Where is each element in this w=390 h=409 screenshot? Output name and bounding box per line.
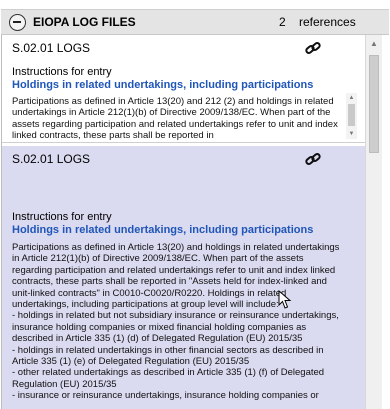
entry-subtitle: Holdings in related undertakings, includ… bbox=[12, 79, 314, 91]
entry-body-text: Participations as defined in Article 13(… bbox=[12, 242, 340, 402]
link-icon[interactable] bbox=[304, 40, 322, 56]
mouse-pointer-icon bbox=[278, 290, 292, 309]
entry-scrollbar[interactable]: ▲ ▼ bbox=[346, 93, 357, 139]
panel-title: EIOPA LOG FILES bbox=[33, 15, 136, 29]
log-entry-list: S.02.01 LOGS Instructions for entry Hold… bbox=[1, 35, 365, 409]
entry-title: S.02.01 LOGS bbox=[12, 41, 91, 55]
log-entry[interactable]: S.02.01 LOGS Instructions for entry Hold… bbox=[2, 35, 365, 143]
instructions-label: Instructions for entry bbox=[12, 211, 112, 223]
collapse-icon[interactable] bbox=[9, 14, 26, 31]
list-scroll-thumb[interactable] bbox=[369, 55, 379, 153]
eiopa-log-panel: EIOPA LOG FILES 2 references S.02.01 LOG… bbox=[0, 0, 390, 409]
entry-body-text: Participations as defined in Article 13(… bbox=[12, 96, 341, 140]
scroll-up-icon[interactable]: ▲ bbox=[346, 93, 357, 103]
panel-header: EIOPA LOG FILES 2 references bbox=[1, 9, 389, 35]
references-label: references bbox=[299, 15, 356, 29]
entry-title: S.02.01 LOGS bbox=[12, 152, 91, 166]
scroll-up-icon[interactable]: ▲ bbox=[366, 36, 382, 52]
entry-scroll-thumb[interactable] bbox=[348, 104, 355, 126]
list-scrollbar[interactable]: ▲ bbox=[365, 35, 382, 409]
log-entry-selected[interactable]: S.02.01 LOGS Instructions for entry Hold… bbox=[2, 146, 365, 409]
entry-subtitle: Holdings in related undertakings, includ… bbox=[12, 224, 314, 236]
scroll-down-icon[interactable]: ▼ bbox=[346, 129, 357, 139]
instructions-label: Instructions for entry bbox=[12, 66, 112, 78]
reference-count: 2 bbox=[279, 15, 286, 29]
link-icon[interactable] bbox=[304, 151, 322, 167]
